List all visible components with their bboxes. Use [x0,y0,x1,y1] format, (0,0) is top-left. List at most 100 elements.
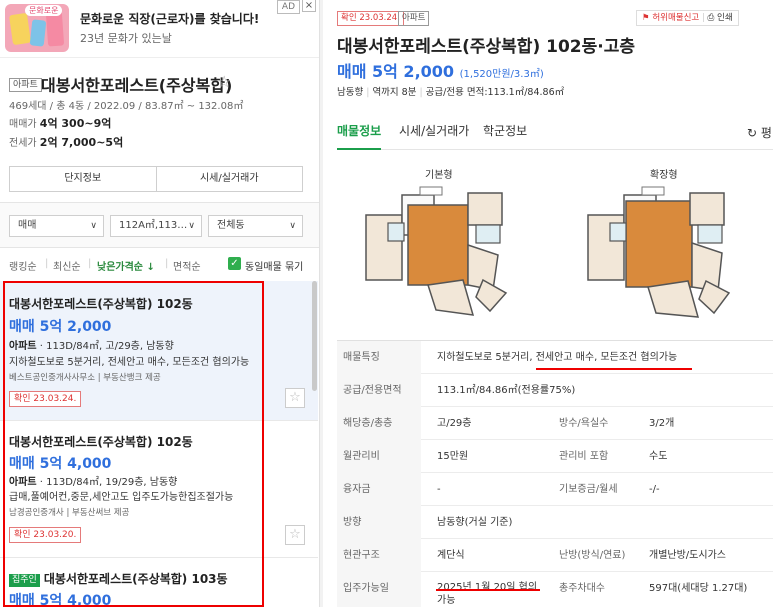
detail-row: 입주가능일 2025년 1월 20일 협의 가능 총주차대수 597대(세대당 1… [337,572,773,607]
listing-title: 대봉서한포레스트(주상복합) 102동 [9,435,193,449]
detail-panel: 확인 23.03.24. 아파트 ⚑ 허위매물신고 | ⎙ 인쇄 대봉서한포레스… [323,0,773,607]
report-button[interactable]: ⚑ 허위매물신고 [642,13,699,23]
sort-latest[interactable]: 최신순 [53,258,81,273]
detail-row: 융자금 - 기보증금/월세 -/- [337,473,773,506]
tab-price-history[interactable]: 시세/실거래가 [399,122,469,150]
floorplan-basic-image[interactable] [358,185,508,320]
sort-ranking[interactable]: 랭킹순 [9,258,37,273]
ad-banner[interactable]: 문화로운 문화로운 직장(근로자)를 찾습니다! 23년 문화가 있는날 AD … [0,0,319,58]
detail-row: 월관리비 15만원 관리비 포함 수도 [337,440,773,473]
row-value: 15만원 [437,451,469,462]
filter-bar: 매매 ∨ 112A㎡,113… ∨ 전체동 ∨ [0,202,319,248]
row-value: 개별난방/도시가스 [649,550,726,561]
action-buttons: ⚑ 허위매물신고 | ⎙ 인쇄 [636,10,739,26]
print-button[interactable]: ⎙ 인쇄 [708,13,733,23]
row-value: 수도 [649,451,668,462]
row-label: 방수/욕실수 [559,418,609,429]
complex-tab-group: 단지정보 시세/실거래가 [9,166,303,192]
row-label: 총주차대수 [559,583,605,594]
chevron-down-icon: ∨ [289,221,296,231]
detail-table: 매물특징 지하철도보로 5분거리, 전세안고 매수, 모든조건 협의가능 공급/… [337,340,773,607]
star-icon[interactable]: ☆ [285,388,305,408]
row-label: 융자금 [343,484,371,495]
star-icon[interactable]: ☆ [217,72,231,91]
row-value: 고/29층 [437,418,472,429]
row-label: 매물특징 [343,352,380,363]
owner-badge: 집주인 [9,574,40,587]
detail-row: 방향 남동향(거실 기준) [337,506,773,539]
listing-price: 매매 5억 2,000 [9,319,112,335]
complex-info-button[interactable]: 단지정보 [10,167,156,191]
row-value: 3/2개 [649,418,675,429]
row-label: 월관리비 [343,451,380,462]
row-label: 관리비 포함 [559,451,609,462]
sort-area[interactable]: 면적순 [173,258,201,273]
row-value: - [437,484,441,495]
row-value: 남동향(거실 기준) [437,517,513,528]
listing-agency: 남경공인중개사 | 부동산써브 제공 [9,508,130,518]
listing-card[interactable]: 집주인 대봉서한포레스트(주상복합) 103동 매매 5억 4,000 [0,558,318,607]
complex-name: 대봉서한포레스트(주상복합) [41,76,233,95]
dong-select[interactable]: 전체동 ∨ [208,215,303,237]
listing-card[interactable]: 대봉서한포레스트(주상복합) 102동 매매 5억 4,000 아파트 · 11… [0,421,318,558]
listing-panel: 문화로운 문화로운 직장(근로자)를 찾습니다! 23년 문화가 있는날 AD … [0,0,320,607]
sort-low-price[interactable]: 낮은가격순 ↓ [97,258,155,273]
verify-badge: 확인 23.03.20. [9,527,82,543]
row-label: 현관구조 [343,550,380,561]
tab-listing-info[interactable]: 매물정보 [337,122,382,150]
chevron-down-icon: ∨ [188,221,195,231]
listing-price: 매매 5억 4,000 [9,593,112,607]
listing-agency: 베스트공인중개사사무소 | 부동산뱅크 제공 [9,373,161,383]
refresh-button[interactable]: ↻ 평 [747,124,772,141]
listing-card[interactable]: 대봉서한포레스트(주상복합) 102동 매매 5억 2,000 아파트 · 11… [0,281,318,421]
verify-badge: 확인 23.03.24. [337,11,404,26]
star-icon[interactable]: ☆ [285,525,305,545]
row-label: 난방(방식/연료) [559,550,626,561]
detail-row: 현관구조 계단식 난방(방식/연료) 개별난방/도시가스 [337,539,773,572]
tab-school-info[interactable]: 학군정보 [483,122,527,150]
ad-subtitle: 23년 문화가 있는날 [80,32,172,45]
detail-summary: 남동향 | 역까지 8분 | 공급/전용 면적:113.1㎡/84.86㎡ [337,87,565,98]
row-label: 해당층/총층 [343,418,393,429]
listing-title: 대봉서한포레스트(주상복합) 102동 [9,297,193,311]
area-select[interactable]: 112A㎡,113… ∨ [110,215,202,237]
row-label: 공급/전용면적 [343,385,402,396]
annotation-underline [536,368,692,370]
chevron-down-icon: ∨ [90,221,97,231]
listing-info: 아파트 · 113D/84㎡, 19/29층, 남동향 [9,477,178,488]
row-value: 113.1㎡/84.86㎡(전용률75%) [437,385,576,396]
property-type-tag: 아파트 [398,11,430,26]
checkbox-checked-icon[interactable]: ✓ [228,257,241,270]
row-label: 방향 [343,517,362,528]
complex-jeonse-range: 전세가 2억 7,000~5억 [9,136,124,149]
ad-thumbnail[interactable]: 문화로운 [5,4,69,52]
row-value: 계단식 [437,550,465,561]
floorplan-extended-image[interactable] [580,185,730,320]
listing-price: 매매 5억 4,000 [9,456,112,472]
price-history-button[interactable]: 시세/실거래가 [155,167,303,191]
ad-badge: AD [276,0,300,14]
detail-row: 해당층/총층 고/29층 방수/욕실수 3/2개 [337,407,773,440]
verify-badge: 확인 23.03.24. [9,391,82,407]
complex-type-tag: 아파트 [9,78,42,92]
complex-meta: 469세대 / 총 4동 / 2022.09 / 83.87㎡ ~ 132.08… [9,101,244,112]
listing-title: 집주인 대봉서한포레스트(주상복합) 103동 [9,570,228,587]
complex-sale-range: 매매가 4억 300~9억 [9,117,112,130]
scrollbar[interactable] [312,281,317,391]
ad-title[interactable]: 문화로운 직장(근로자)를 찾습니다! [80,10,259,27]
listing-info: 아파트 · 113D/84㎡, 고/29층, 남동향 [9,341,174,352]
trade-type-select[interactable]: 매매 ∨ [9,215,104,237]
listing-desc: 지하철도보로 5분거리, 전세안고 매수, 모든조건 협의가능 [9,357,250,368]
sort-bar: 랭킹순 | 최신순 | 낮은가격순 ↓ | 면적순 ✓ 동일매물 묶기 [9,257,304,273]
floorplan-extended-label: 확장형 [650,170,678,181]
detail-price: 매매 5억 2,000 (1,520만원/3.3㎡) [337,62,544,81]
row-label: 기보증금/월세 [559,484,618,495]
row-label: 입주가능일 [343,583,389,594]
floorplan-basic-label: 기본형 [425,170,453,181]
listing-desc: 급매,풀예어컨,중문,세안고도 입주도가능한집조절가능 [9,492,234,503]
annotation-underline [436,589,540,591]
close-icon[interactable]: × [302,0,316,12]
row-value: 597대(세대당 1.27대) [649,583,748,594]
row-value: 2025년 1월 20일 협의 가능 [437,582,538,606]
group-same-label[interactable]: 동일매물 묶기 [245,258,303,273]
